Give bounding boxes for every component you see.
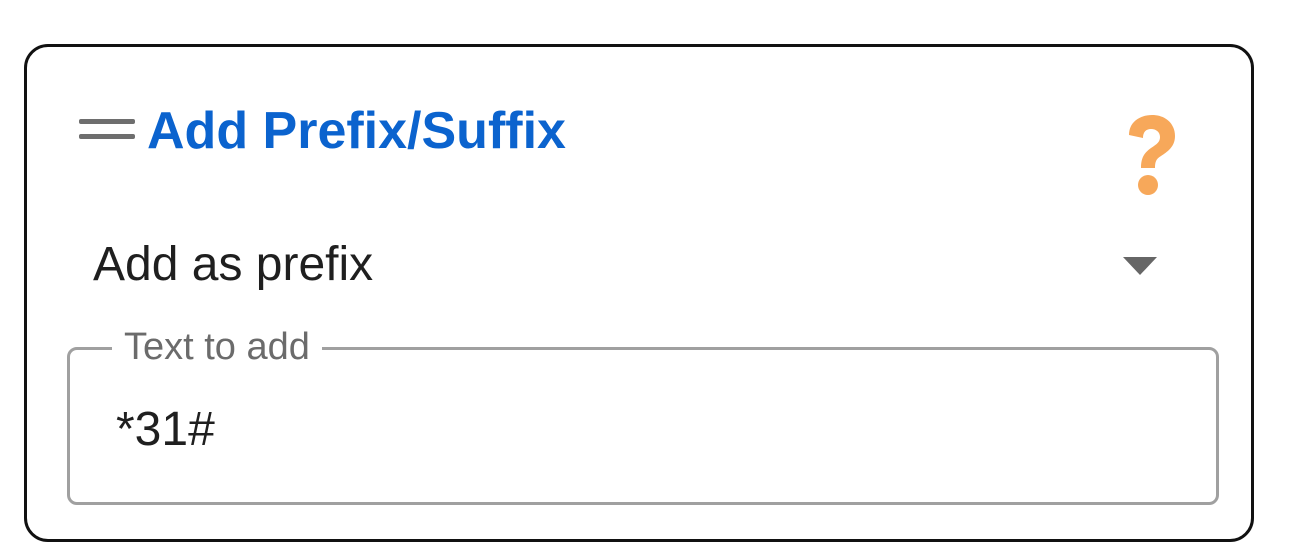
mode-select[interactable]: Add as prefix [93, 227, 1173, 303]
text-to-add-field: Text to add [67, 322, 1219, 505]
text-to-add-input[interactable] [116, 394, 1156, 464]
caret-down-icon [1121, 255, 1159, 277]
text-to-add-label: Text to add [112, 322, 322, 372]
mode-select-value: Add as prefix [93, 238, 374, 291]
question-mark-icon[interactable] [1121, 113, 1181, 197]
drag-handle-icon[interactable] [79, 117, 135, 143]
prefix-suffix-card: Add Prefix/Suffix Add as prefix Text to … [24, 44, 1254, 542]
panel-title: Add Prefix/Suffix [147, 102, 566, 160]
